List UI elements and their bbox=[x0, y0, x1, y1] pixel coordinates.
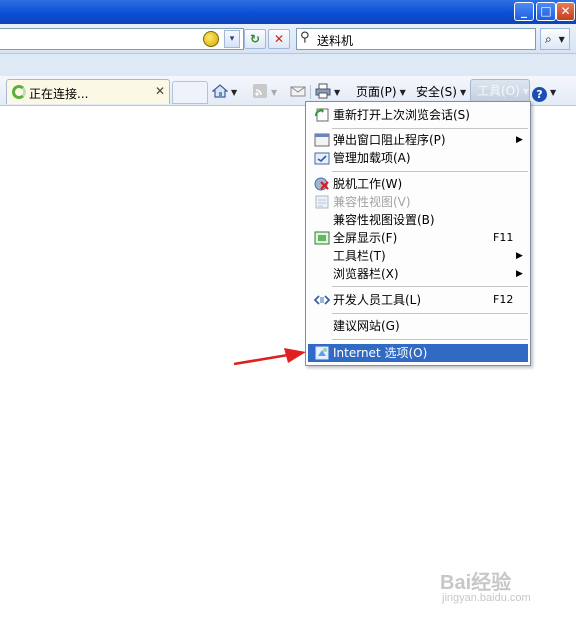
title-bar: _ □ ✕ bbox=[0, 0, 576, 24]
menu-item-popup-blocker[interactable]: 弹出窗口阻止程序(P) ▶ bbox=[308, 131, 528, 149]
menu-separator bbox=[332, 339, 528, 340]
tab-title: 正在连接... bbox=[29, 87, 89, 101]
search-magnifier-icon: ⚲ bbox=[300, 30, 310, 45]
search-input[interactable]: ⚲ 送料机 bbox=[296, 28, 536, 50]
stop-button[interactable]: ✕ bbox=[268, 29, 290, 49]
address-input[interactable]: ▾ bbox=[0, 28, 244, 50]
menu-item-compatibility-view[interactable]: 兼容性视图(V) bbox=[308, 193, 528, 211]
menu-item-toolbars[interactable]: 工具栏(T) ▶ bbox=[308, 247, 528, 265]
home-button[interactable]: ▼ bbox=[212, 82, 237, 102]
watermark-url: jingyan.baidu.com bbox=[442, 592, 531, 604]
submenu-arrow-icon: ▶ bbox=[516, 251, 523, 261]
address-row: ▾ ↻ ✕ ⚲ 送料机 ⌕ ▼ bbox=[0, 24, 576, 54]
mail-button[interactable] bbox=[290, 82, 306, 102]
new-tab-button[interactable] bbox=[172, 81, 208, 104]
menu-item-fullscreen[interactable]: 全屏显示(F) F11 bbox=[308, 229, 528, 247]
menu-item-internet-options[interactable]: Internet 选项(O) bbox=[308, 344, 528, 362]
chevron-down-icon: ▼ bbox=[558, 35, 565, 44]
watermark: Bai经验 jingyan.baidu.com bbox=[440, 566, 570, 610]
manage-addons-icon bbox=[314, 152, 330, 165]
print-button[interactable]: ▼ bbox=[315, 82, 340, 102]
submenu-arrow-icon: ▶ bbox=[516, 135, 523, 145]
tools-dropdown-menu: 重新打开上次浏览会话(S) 弹出窗口阻止程序(P) ▶ 管理加载项(A) 脱机工… bbox=[305, 101, 531, 366]
home-icon bbox=[212, 84, 228, 98]
page-menu-label: 页面(P) bbox=[356, 85, 397, 99]
menu-separator bbox=[332, 128, 528, 129]
popup-blocker-icon bbox=[314, 133, 330, 147]
watermark-brand: Bai经验 bbox=[440, 572, 512, 594]
tools-menu-button[interactable]: 工具(O) ▼ bbox=[470, 79, 530, 103]
search-button[interactable]: ⌕ ▼ bbox=[540, 28, 570, 50]
mail-icon bbox=[290, 86, 306, 97]
help-button[interactable]: ? ▼ bbox=[532, 82, 560, 102]
menu-separator bbox=[332, 313, 528, 314]
tab-current[interactable]: 正在连接... ✕ bbox=[6, 79, 170, 104]
annotation-arrow-icon bbox=[233, 348, 306, 366]
menu-item-work-offline[interactable]: 脱机工作(W) bbox=[308, 175, 528, 193]
toolbar-separator bbox=[310, 85, 311, 99]
search-icon: ⌕ bbox=[545, 32, 552, 46]
menu-item-explorer-bars[interactable]: 浏览器栏(X) ▶ bbox=[308, 265, 528, 283]
reopen-session-icon bbox=[315, 108, 329, 122]
close-window-button[interactable]: ✕ bbox=[556, 2, 575, 21]
feed-icon bbox=[253, 84, 267, 98]
shortcut-label: F12 bbox=[493, 293, 514, 306]
menu-item-suggested-sites[interactable]: 建议网站(G) bbox=[308, 317, 528, 335]
maximize-button[interactable]: □ bbox=[536, 2, 556, 21]
internet-options-icon bbox=[315, 346, 329, 360]
compatibility-view-icon bbox=[315, 195, 329, 209]
tools-menu-label: 工具(O) bbox=[477, 84, 520, 98]
loading-icon bbox=[12, 85, 26, 99]
tab-close-icon[interactable]: ✕ bbox=[155, 84, 165, 98]
menu-item-reopen-session[interactable]: 重新打开上次浏览会话(S) bbox=[308, 106, 528, 124]
shortcut-label: F11 bbox=[493, 231, 514, 244]
menu-separator bbox=[332, 171, 528, 172]
work-offline-icon bbox=[314, 177, 329, 191]
menu-item-manage-addons[interactable]: 管理加载项(A) bbox=[308, 149, 528, 167]
safety-menu-button[interactable]: 安全(S) ▼ bbox=[416, 82, 466, 102]
toolbar-band bbox=[0, 54, 576, 76]
fullscreen-icon bbox=[314, 231, 330, 245]
menu-item-compatibility-view-settings[interactable]: 兼容性视图设置(B) bbox=[308, 211, 528, 229]
help-icon: ? bbox=[532, 87, 547, 102]
compatibility-icon[interactable] bbox=[203, 31, 219, 47]
safety-menu-label: 安全(S) bbox=[416, 85, 457, 99]
feeds-button[interactable]: ▼ bbox=[252, 82, 277, 102]
developer-tools-icon bbox=[314, 295, 330, 305]
minimize-button[interactable]: _ bbox=[514, 2, 534, 21]
submenu-arrow-icon: ▶ bbox=[516, 269, 523, 279]
refresh-button[interactable]: ↻ bbox=[244, 29, 266, 49]
browser-window: _ □ ✕ ▾ ↻ ✕ ⚲ 送料机 ⌕ ▼ 正在连接... ✕ ▼ ▼ ▼ 页面… bbox=[0, 0, 576, 617]
address-dropdown-button[interactable]: ▾ bbox=[224, 30, 240, 48]
menu-separator bbox=[332, 286, 528, 287]
page-menu-button[interactable]: 页面(P) ▼ bbox=[356, 82, 406, 102]
menu-item-developer-tools[interactable]: 开发人员工具(L) F12 bbox=[308, 291, 528, 309]
search-query: 送料机 bbox=[317, 34, 354, 48]
printer-icon bbox=[315, 83, 331, 99]
